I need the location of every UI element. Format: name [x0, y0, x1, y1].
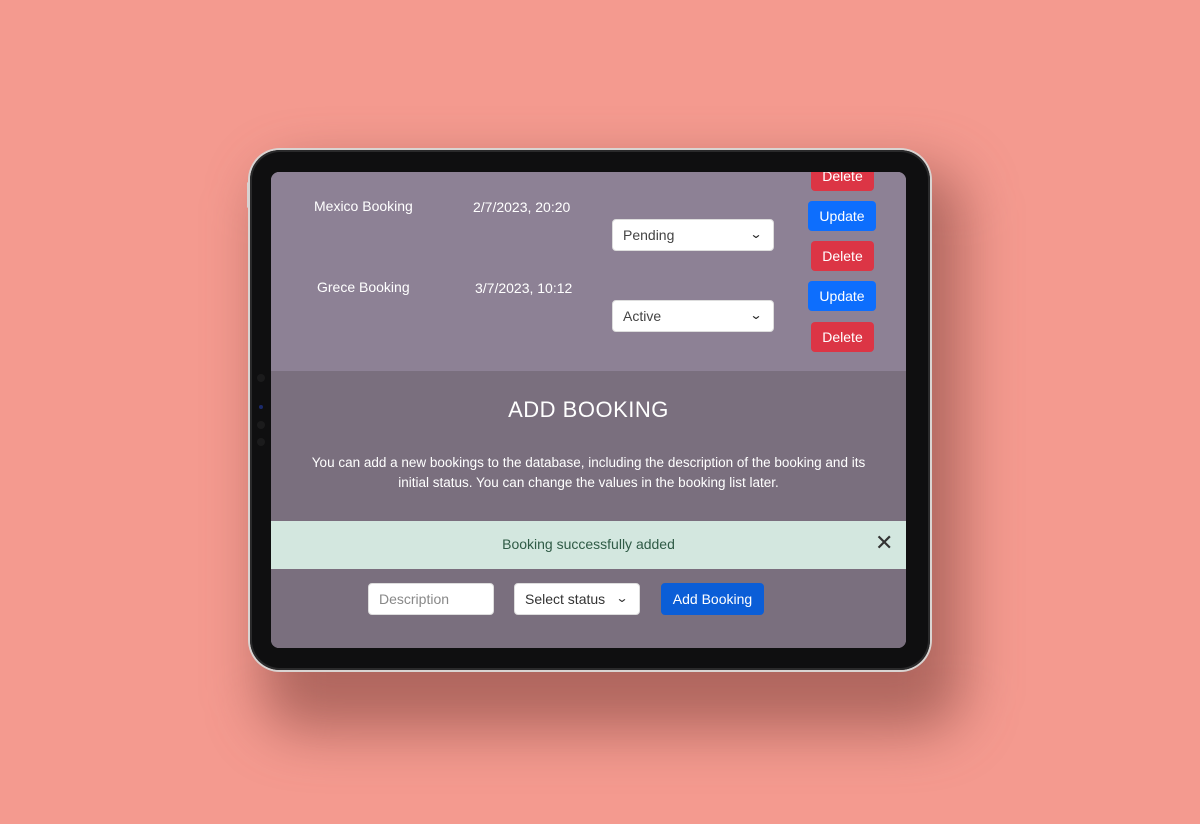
- status-value: Active: [623, 308, 662, 324]
- tablet-sensor: [257, 438, 265, 446]
- description-placeholder: Description: [379, 591, 450, 607]
- status-select[interactable]: Select status ⌄: [514, 583, 640, 615]
- app-screen: Delete Mexico Booking 2/7/2023, 20:20 Pe…: [271, 172, 906, 648]
- close-icon[interactable]: ✕: [875, 532, 893, 554]
- delete-button[interactable]: Delete: [811, 322, 874, 352]
- chevron-down-icon: ⌄: [615, 591, 629, 605]
- booking-date: 2/7/2023, 20:20: [473, 199, 571, 215]
- update-button[interactable]: Update: [808, 281, 876, 311]
- tablet-sensor: [257, 421, 265, 429]
- booking-status-select[interactable]: Pending ⌄: [612, 219, 774, 251]
- section-title: ADD BOOKING: [508, 397, 669, 422]
- booking-status-select[interactable]: Active ⌄: [612, 300, 774, 332]
- success-alert: Booking successfully added ✕: [271, 521, 906, 569]
- status-value: Pending: [623, 227, 675, 243]
- status-placeholder: Select status: [525, 591, 606, 607]
- tablet-side-key: [247, 182, 250, 208]
- booking-description: Mexico Booking: [314, 198, 413, 214]
- add-booking-section: ADD BOOKING You can add a new bookings t…: [271, 371, 906, 521]
- delete-button[interactable]: Delete: [811, 241, 874, 271]
- alert-message: Booking successfully added: [502, 536, 675, 552]
- booking-description: Grece Booking: [317, 279, 410, 295]
- tablet-sensor: [257, 374, 265, 382]
- tablet-camera: [259, 405, 263, 409]
- description-input[interactable]: Description: [368, 583, 494, 615]
- update-button[interactable]: Update: [808, 201, 876, 231]
- chevron-down-icon: ⌄: [749, 308, 763, 322]
- booking-list: Delete Mexico Booking 2/7/2023, 20:20 Pe…: [271, 172, 906, 371]
- add-booking-form: Description Select status ⌄ Add Booking: [271, 569, 906, 648]
- chevron-down-icon: ⌄: [749, 227, 763, 241]
- section-description: You can add a new bookings to the databa…: [311, 455, 866, 490]
- add-booking-button[interactable]: Add Booking: [661, 583, 764, 615]
- booking-date: 3/7/2023, 10:12: [475, 280, 573, 296]
- delete-button[interactable]: Delete: [811, 172, 874, 191]
